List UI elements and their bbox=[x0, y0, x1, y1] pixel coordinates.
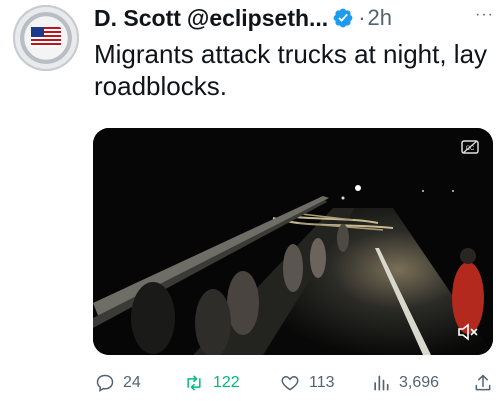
separator-dot: · bbox=[358, 5, 366, 30]
action-bar: 24 122 113 3,696 bbox=[93, 370, 493, 396]
retweet-icon bbox=[187, 375, 201, 391]
views-icon bbox=[374, 375, 389, 391]
video-frame bbox=[93, 128, 493, 355]
reply-icon bbox=[96, 374, 114, 392]
reply-button[interactable]: 24 bbox=[95, 370, 141, 396]
video-player[interactable]: CC bbox=[93, 128, 493, 355]
share-icon bbox=[475, 374, 491, 391]
flag-icon bbox=[31, 27, 61, 47]
post-text: Migrants attack trucks at night, lay roa… bbox=[94, 39, 488, 101]
view-count: 3,696 bbox=[399, 374, 440, 391]
handle[interactable]: @eclipseth... bbox=[187, 5, 328, 32]
views-button[interactable]: 3,696 bbox=[371, 370, 439, 396]
more-options-icon[interactable]: ··· bbox=[475, 6, 494, 24]
captions-icon[interactable]: CC bbox=[461, 140, 479, 154]
reply-count: 24 bbox=[123, 374, 141, 391]
verified-badge-icon[interactable] bbox=[332, 7, 354, 29]
mute-icon[interactable] bbox=[457, 323, 479, 341]
display-name[interactable]: D. Scott bbox=[94, 5, 181, 32]
share-button[interactable] bbox=[473, 370, 500, 396]
like-count: 113 bbox=[309, 374, 335, 391]
avatar[interactable] bbox=[13, 5, 79, 71]
like-button[interactable]: 113 bbox=[279, 370, 335, 396]
retweet-count: 122 bbox=[213, 374, 240, 391]
post-header: D. Scott @eclipseth... · 2h bbox=[94, 2, 392, 34]
retweet-button[interactable]: 122 bbox=[183, 370, 240, 396]
timestamp[interactable]: 2h bbox=[368, 5, 392, 31]
heart-icon bbox=[281, 375, 299, 391]
